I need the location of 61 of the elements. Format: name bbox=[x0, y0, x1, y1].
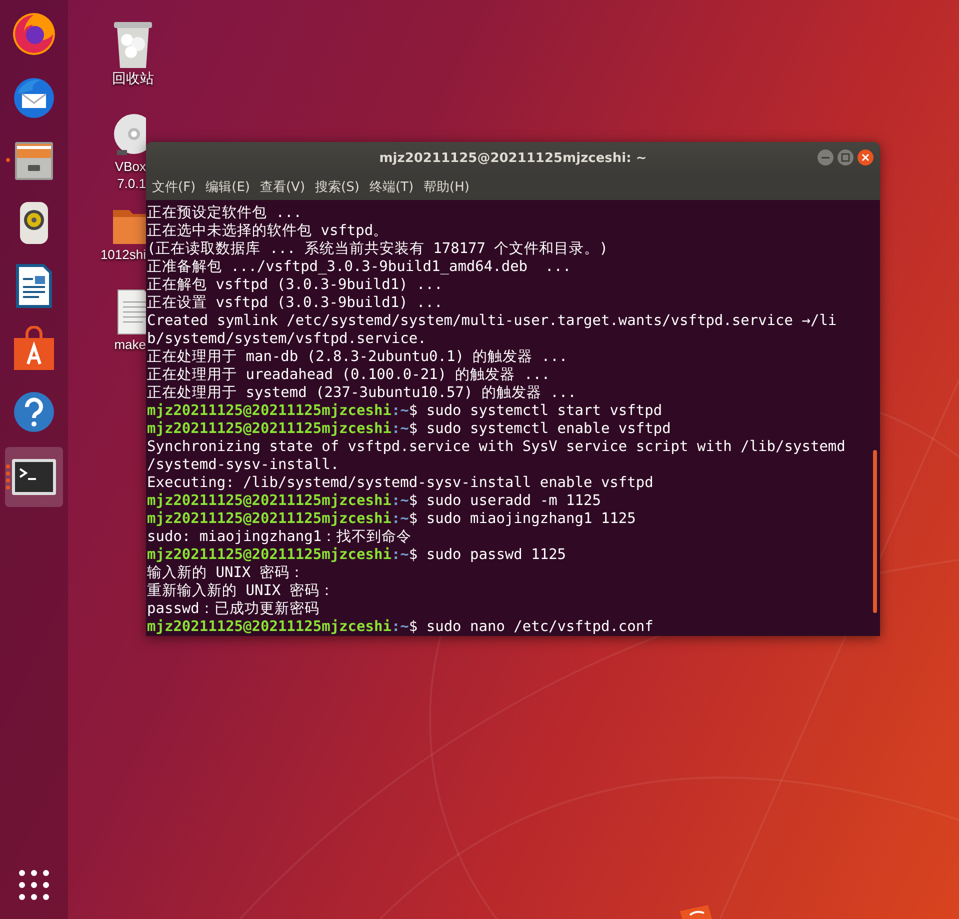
menu-item[interactable]: 查看(V) bbox=[256, 178, 310, 198]
disc-icon bbox=[111, 112, 146, 158]
scrollbar[interactable] bbox=[873, 450, 877, 613]
shopping-bag-icon bbox=[12, 326, 56, 372]
output-line: passwd：已成功更新密码 bbox=[147, 600, 320, 618]
output-line: Executing: /lib/systemd/systemd-sysv-install enable vsftpd bbox=[147, 474, 654, 492]
output-line: Created symlink /etc/systemd/system/multi-user.target.wants/vsftpd.service →/li bbox=[147, 312, 838, 330]
firefox-icon bbox=[11, 11, 57, 57]
command-text: $ sudo miaojingzhang1 1125 bbox=[408, 511, 636, 527]
command-text: $ sudo systemctl enable vsftpd bbox=[408, 421, 671, 437]
output-line: Synchronizing state of vsftpd.service with SysV service script with /lib/systemd bbox=[147, 438, 846, 456]
output-line: /systemd-sysv-install. bbox=[147, 456, 340, 474]
prompt-path: :~ bbox=[391, 511, 409, 527]
prompt-path: :~ bbox=[391, 547, 409, 563]
output-line: b/systemd/system/vsftpd.service. bbox=[147, 330, 428, 348]
output-line: 正在选中未选择的软件包 vsftpd。 bbox=[147, 222, 390, 240]
prompt-host: mjz20211125@20211125mjzceshi bbox=[147, 547, 392, 563]
output-line: 正在设置 vsftpd (3.0.3-9build1) ... bbox=[147, 294, 444, 312]
app-icon bbox=[678, 905, 714, 919]
output-line: (正在读取数据库 ... 系统当前共安装有 178177 个文件和目录。) bbox=[147, 240, 609, 258]
output-line: 正在解包 vsftpd (3.0.3-9build1) ... bbox=[147, 276, 444, 294]
help-icon bbox=[13, 391, 55, 433]
prompt-path: :~ bbox=[391, 403, 409, 419]
icon-label[interactable]: 1012shi bbox=[100, 246, 146, 263]
prompt-host: mjz20211125@20211125mjzceshi bbox=[147, 403, 392, 419]
prompt-host: mjz20211125@20211125mjzceshi bbox=[147, 493, 392, 509]
prompt-host: mjz20211125@20211125mjzceshi bbox=[147, 511, 392, 527]
window-title: mjz20211125@20211125mjzceshi: ~ bbox=[379, 150, 647, 168]
menu-item[interactable]: 帮助(H) bbox=[420, 178, 474, 198]
command-text: $ sudo useradd -m 1125 bbox=[408, 493, 601, 509]
close-button[interactable] bbox=[857, 149, 874, 166]
output-line: 正在处理用于 ureadahead (0.100.0-21) 的触发器 ... bbox=[147, 366, 552, 384]
output-line: 输入新的 UNIX 密码： bbox=[147, 564, 306, 582]
output-line: 重新输入新的 UNIX 密码： bbox=[147, 582, 336, 600]
grid-icon bbox=[17, 868, 51, 902]
prompt-host: mjz20211125@20211125mjzceshi bbox=[147, 619, 392, 635]
text-file-icon bbox=[115, 288, 146, 336]
menu-item[interactable]: 搜索(S) bbox=[311, 178, 364, 198]
output-line: 正准备解包 .../vsftpd_3.0.3-9build1_amd64.deb ... bbox=[147, 258, 572, 276]
command-text: $ sudo nano /etc/vsftpd.conf bbox=[408, 619, 654, 635]
terminal-icon bbox=[11, 458, 57, 496]
command-text: $ sudo systemctl start vsftpd bbox=[408, 403, 662, 419]
output-line: 正在处理用于 man-db (2.8.3-2ubuntu0.1) 的触发器 ... bbox=[147, 348, 569, 366]
minimize-button[interactable] bbox=[817, 149, 834, 166]
menu-item[interactable]: 终端(T) bbox=[365, 178, 418, 198]
icon-label[interactable]: make bbox=[114, 336, 146, 353]
prompt-path: :~ bbox=[391, 619, 409, 635]
prompt-path: :~ bbox=[391, 421, 409, 437]
output-line: 正在处理用于 systemd (237-3ubuntu10.57) 的触发器 ... bbox=[147, 384, 578, 402]
icon-label[interactable]: VBox bbox=[114, 158, 146, 175]
prompt-host: mjz20211125@20211125mjzceshi bbox=[147, 421, 392, 437]
document-icon bbox=[14, 262, 54, 310]
command-text: $ sudo passwd 1125 bbox=[408, 547, 566, 563]
dock-item[interactable] bbox=[5, 447, 63, 507]
output-line: sudo: miaojingzhang1：找不到命令 bbox=[147, 528, 413, 546]
menu-item[interactable]: 编辑(E) bbox=[202, 178, 254, 198]
menu-item[interactable]: 文件(F) bbox=[148, 178, 200, 198]
output-line: 正在预设定软件包 ... bbox=[147, 204, 303, 222]
prompt-path: :~ bbox=[391, 493, 409, 509]
icon-label[interactable]: 7.0.1 bbox=[117, 175, 146, 192]
icon-label[interactable]: 回收站 bbox=[112, 70, 154, 87]
